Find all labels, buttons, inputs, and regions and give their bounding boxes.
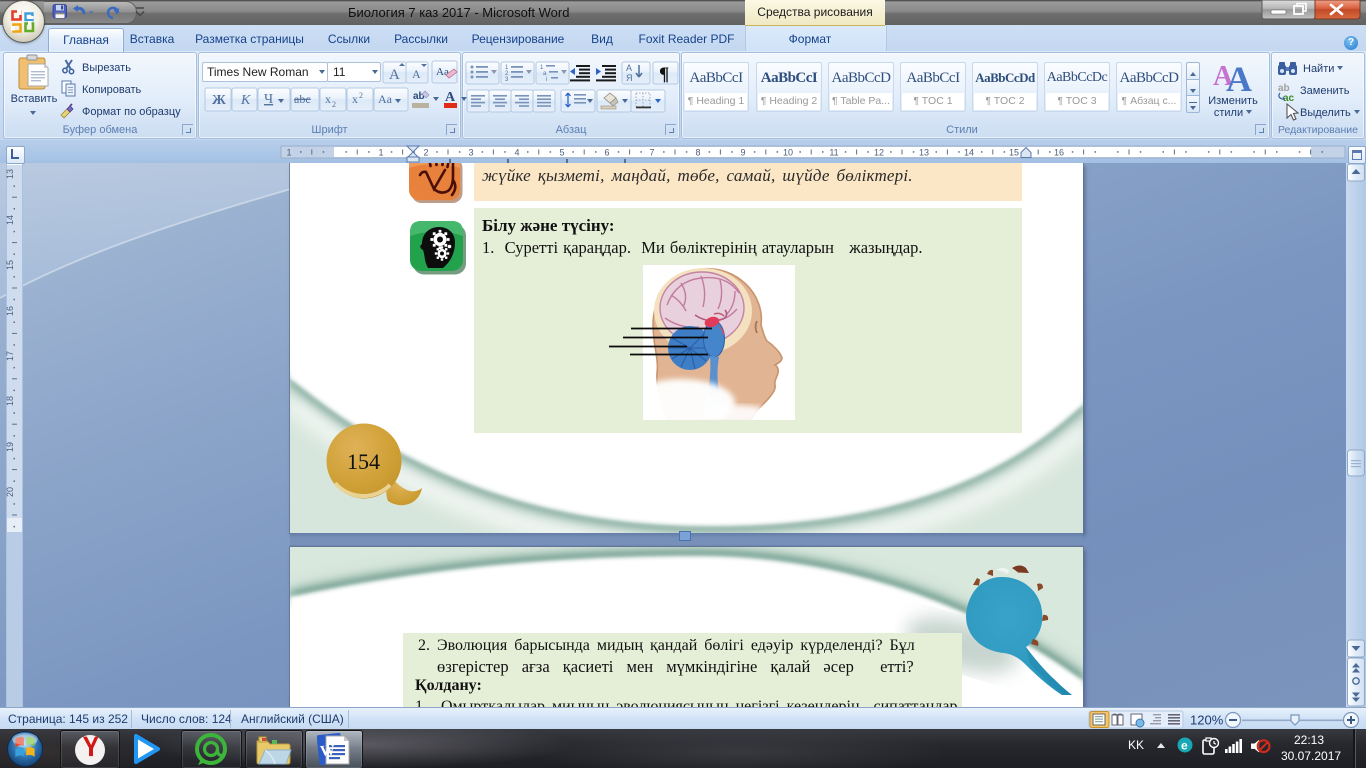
svg-text:11: 11 (829, 148, 838, 158)
svg-text:¶: ¶ (659, 64, 669, 85)
svg-text:17: 17 (5, 351, 15, 361)
svg-text:К: К (240, 93, 251, 108)
svg-text:2: 2 (332, 100, 336, 109)
svg-text:20: 20 (5, 487, 15, 497)
svg-text:4: 4 (514, 148, 519, 158)
svg-text:13: 13 (919, 148, 929, 158)
svg-text:A: A (412, 67, 421, 81)
svg-text:16: 16 (5, 306, 15, 316)
svg-text:2: 2 (423, 148, 428, 158)
svg-text:Ч: Ч (264, 92, 273, 107)
svg-text:A: A (389, 67, 400, 83)
svg-text:1: 1 (378, 148, 383, 158)
svg-text:10: 10 (783, 148, 793, 158)
svg-text:e: e (1181, 739, 1188, 753)
svg-text:9: 9 (740, 148, 745, 158)
svg-text:А: А (626, 63, 632, 73)
svg-text:A: A (445, 90, 456, 105)
svg-text:ac: ac (1283, 93, 1295, 104)
svg-text:Ж: Ж (212, 93, 226, 108)
svg-text:W: W (319, 743, 336, 760)
svg-text:16: 16 (1054, 148, 1064, 158)
svg-text:15: 15 (5, 260, 15, 270)
svg-text:3: 3 (468, 148, 473, 158)
svg-text:x: x (325, 92, 331, 106)
svg-text:x: x (352, 92, 358, 106)
svg-text:1: 1 (286, 148, 291, 158)
svg-text:120%: 120% (1190, 713, 1224, 728)
svg-text:15: 15 (1009, 148, 1019, 158)
svg-text:19: 19 (5, 442, 15, 452)
svg-text:14: 14 (964, 148, 974, 158)
svg-text:i: i (546, 77, 547, 83)
svg-text:6: 6 (604, 148, 609, 158)
svg-text:154: 154 (347, 449, 380, 474)
svg-text:Aa: Aa (378, 92, 393, 106)
svg-text:12: 12 (874, 148, 884, 158)
svg-text:A: A (1226, 59, 1252, 99)
svg-text:5: 5 (559, 148, 564, 158)
svg-text:Я: Я (626, 73, 633, 83)
svg-text:abc: abc (294, 92, 311, 106)
svg-text:ab: ab (413, 91, 425, 102)
svg-text:8: 8 (695, 148, 700, 158)
svg-text:14: 14 (5, 215, 15, 225)
svg-text:2: 2 (359, 91, 363, 100)
svg-text:13: 13 (5, 169, 15, 179)
svg-text:7: 7 (649, 148, 654, 158)
svg-text:18: 18 (5, 396, 15, 406)
